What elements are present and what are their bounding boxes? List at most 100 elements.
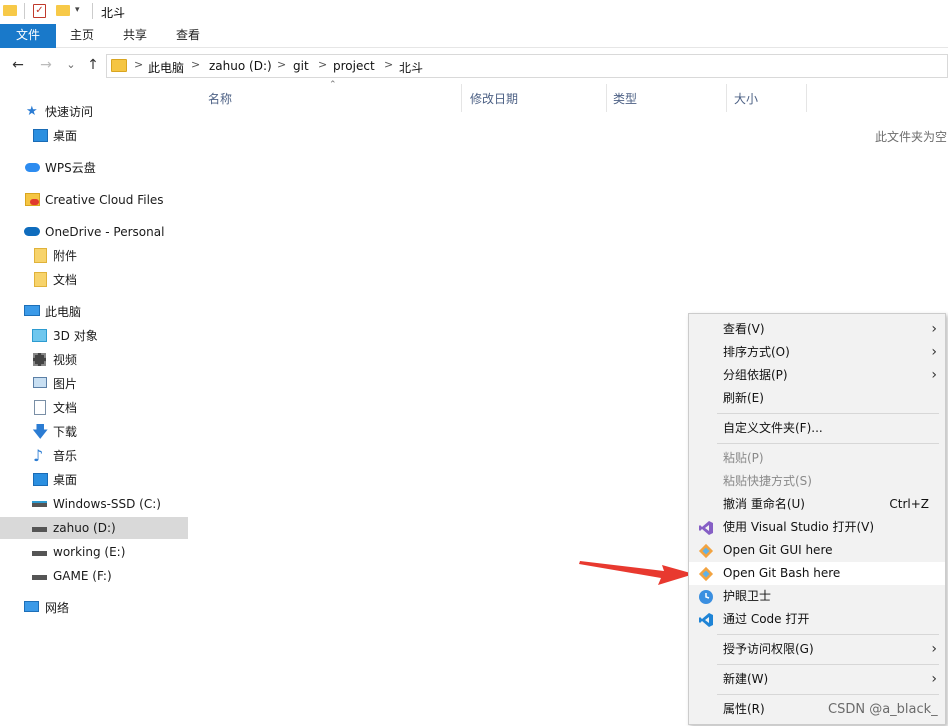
sidebar-item-label: 3D 对象 xyxy=(53,329,98,343)
sidebar-item-drive-c[interactable]: Windows-SSD (C:) xyxy=(0,493,188,515)
chevron-right-icon: › xyxy=(931,641,937,657)
download-icon: 🡇 xyxy=(32,422,49,441)
menu-item-label: 护眼卫士 xyxy=(723,589,772,603)
breadcrumb-current[interactable]: 北斗 xyxy=(399,59,423,76)
menu-item-label: 分组依据(P) xyxy=(723,368,788,382)
sidebar-item-label: 文档 xyxy=(53,273,78,287)
desktop-icon xyxy=(33,473,48,486)
sidebar-item-label: 视频 xyxy=(53,353,78,367)
tab-file[interactable]: 文件 xyxy=(0,24,56,48)
watermark: CSDN @a_black_ xyxy=(828,702,938,717)
star-icon: ★ xyxy=(26,104,38,119)
drive-icon xyxy=(32,527,47,532)
divider xyxy=(24,3,25,19)
menu-item-customize-folder[interactable]: 自定义文件夹(F)... xyxy=(689,417,945,440)
column-divider[interactable] xyxy=(461,84,462,112)
menu-item-label: 排序方式(O) xyxy=(723,345,790,359)
menu-item-label: 新建(W) xyxy=(723,672,769,686)
menu-item-open-git-gui[interactable]: Open Git GUI here xyxy=(689,539,945,562)
git-icon xyxy=(698,543,714,559)
sidebar-item-pictures[interactable]: 图片 xyxy=(0,373,188,395)
tab-home[interactable]: 主页 xyxy=(70,24,94,48)
sidebar-item-label: 桌面 xyxy=(53,473,78,487)
eye-guard-icon xyxy=(699,590,713,604)
sidebar-item-attachments[interactable]: 附件 xyxy=(0,245,188,267)
sidebar-item-onedrive[interactable]: OneDrive - Personal xyxy=(0,221,188,243)
chevron-right-icon: › xyxy=(931,671,937,687)
menu-item-group-by[interactable]: 分组依据(P) › xyxy=(689,364,945,387)
breadcrumb-project[interactable]: project xyxy=(333,59,375,73)
menu-item-eye-guard[interactable]: 护眼卫士 xyxy=(689,585,945,608)
menu-item-open-visual-studio[interactable]: 使用 Visual Studio 打开(V) xyxy=(689,516,945,539)
column-header-date[interactable]: 修改日期 xyxy=(470,90,518,107)
sidebar-item-3d-objects[interactable]: 3D 对象 xyxy=(0,325,188,347)
breadcrumb-separator[interactable]: > xyxy=(191,58,200,71)
sidebar-item-drive-d[interactable]: zahuo (D:) xyxy=(0,517,188,539)
menu-item-new[interactable]: 新建(W) › xyxy=(689,668,945,691)
breadcrumb-this-pc[interactable]: 此电脑 xyxy=(148,59,184,76)
sidebar-item-videos[interactable]: 视频 xyxy=(0,349,188,371)
sidebar-item-wps-cloud[interactable]: WPS云盘 xyxy=(0,157,188,179)
qat-dropdown-icon[interactable]: ▾ xyxy=(75,5,80,15)
menu-item-open-git-bash[interactable]: Open Git Bash here xyxy=(689,562,945,585)
sidebar-item-drive-e[interactable]: working (E:) xyxy=(0,541,188,563)
back-button[interactable]: ← xyxy=(10,57,26,73)
new-folder-icon[interactable] xyxy=(56,5,70,16)
sidebar-item-desktop-pc[interactable]: 桌面 xyxy=(0,469,188,491)
breadcrumb-separator[interactable]: > xyxy=(384,58,393,71)
breadcrumb-separator[interactable]: > xyxy=(134,58,143,71)
forward-button[interactable]: → xyxy=(38,57,54,73)
menu-item-label: 自定义文件夹(F)... xyxy=(723,421,823,435)
sidebar-item-creative-cloud[interactable]: Creative Cloud Files xyxy=(0,189,188,211)
breadcrumb-drive[interactable]: zahuo (D:) xyxy=(209,59,272,73)
up-button[interactable]: ↑ xyxy=(85,57,101,73)
menu-item-view[interactable]: 查看(V) › xyxy=(689,318,945,341)
sidebar-item-label: zahuo (D:) xyxy=(53,521,116,535)
menu-item-open-with-code[interactable]: 通过 Code 打开 xyxy=(689,608,945,631)
menu-item-label: 使用 Visual Studio 打开(V) xyxy=(723,520,875,534)
sidebar-item-drive-f[interactable]: GAME (F:) xyxy=(0,565,188,587)
sidebar-item-quick-access[interactable]: ★ 快速访问 xyxy=(0,101,188,123)
folder-icon xyxy=(34,272,47,287)
breadcrumb-git[interactable]: git xyxy=(293,59,309,73)
menu-item-refresh[interactable]: 刷新(E) xyxy=(689,387,945,410)
sidebar-item-documents[interactable]: 文档 xyxy=(0,397,188,419)
column-header-size[interactable]: 大小 xyxy=(734,90,758,107)
menu-item-undo-rename[interactable]: 撤消 重命名(U) Ctrl+Z xyxy=(689,493,945,516)
chevron-right-icon: › xyxy=(931,321,937,337)
breadcrumb-separator[interactable]: > xyxy=(318,58,327,71)
address-bar[interactable]: > 此电脑 > zahuo (D:) > git > project > 北斗 xyxy=(106,54,948,78)
sidebar-item-desktop[interactable]: 桌面 xyxy=(0,125,188,147)
sidebar-item-onedrive-documents[interactable]: 文档 xyxy=(0,269,188,291)
sidebar-item-label: 下载 xyxy=(53,425,78,439)
column-header-name[interactable]: 名称 xyxy=(208,90,232,107)
menu-item-sort-by[interactable]: 排序方式(O) › xyxy=(689,341,945,364)
recent-locations-button[interactable]: ⌄ xyxy=(63,57,79,73)
menu-separator xyxy=(717,664,939,665)
menu-separator xyxy=(717,694,939,695)
column-divider[interactable] xyxy=(606,84,607,112)
menu-item-shortcut: Ctrl+Z xyxy=(889,497,929,511)
sidebar-item-downloads[interactable]: 🡇 下载 xyxy=(0,421,188,443)
menu-separator xyxy=(717,634,939,635)
sidebar-item-label: WPS云盘 xyxy=(45,161,96,175)
sidebar-item-label: OneDrive - Personal xyxy=(45,225,165,239)
sidebar-item-network[interactable]: 网络 xyxy=(0,597,188,619)
column-header-type[interactable]: 类型 xyxy=(613,90,637,107)
creative-cloud-badge xyxy=(30,199,39,205)
column-divider[interactable] xyxy=(806,84,807,112)
tab-share[interactable]: 共享 xyxy=(123,24,147,48)
menu-item-give-access[interactable]: 授予访问权限(G) › xyxy=(689,638,945,661)
empty-folder-message: 此文件夹为空 xyxy=(875,130,948,144)
tab-view[interactable]: 查看 xyxy=(176,24,200,48)
sidebar-item-label: GAME (F:) xyxy=(53,569,112,583)
sidebar-item-this-pc[interactable]: 此电脑 xyxy=(0,301,188,323)
properties-icon[interactable]: ✓ xyxy=(33,4,46,18)
menu-item-label: 粘贴(P) xyxy=(723,451,764,465)
column-divider[interactable] xyxy=(726,84,727,112)
sidebar-item-music[interactable]: ♪ 音乐 xyxy=(0,445,188,467)
picture-icon xyxy=(33,377,47,388)
breadcrumb-separator[interactable]: > xyxy=(277,58,286,71)
menu-item-label: 授予访问权限(G) xyxy=(723,642,814,656)
window-title: 北斗 xyxy=(101,6,126,20)
